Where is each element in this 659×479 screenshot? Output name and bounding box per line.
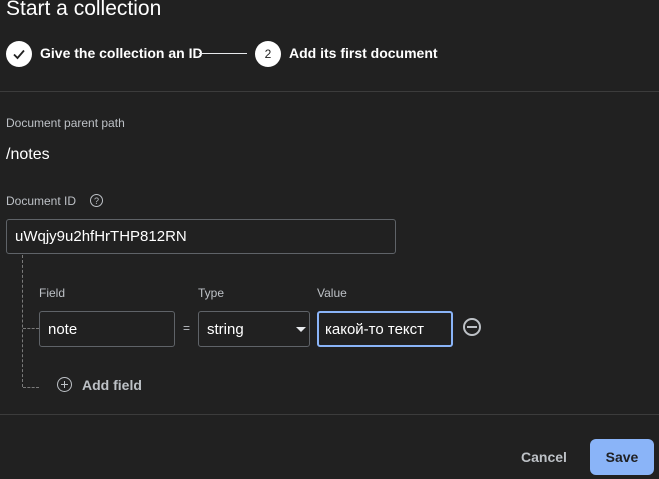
- step-2-number: 2: [255, 41, 281, 67]
- step-1-check-icon: [6, 41, 32, 67]
- help-icon[interactable]: ?: [90, 194, 103, 207]
- field-name-input[interactable]: note: [39, 311, 175, 347]
- step-1-label: Give the collection an ID: [40, 45, 203, 61]
- document-id-label: Document ID: [6, 194, 77, 208]
- tree-connector-vertical: [22, 255, 23, 387]
- field-header: Field: [39, 286, 66, 300]
- type-header: Type: [198, 286, 225, 300]
- parent-path-label: Document parent path: [6, 116, 125, 130]
- tree-connector-add: [23, 387, 39, 388]
- check-icon: [13, 49, 25, 60]
- tree-connector-field: [23, 328, 39, 329]
- add-field-button[interactable]: Add field: [82, 377, 142, 393]
- type-select[interactable]: string: [198, 311, 310, 347]
- remove-field-icon[interactable]: [463, 318, 481, 336]
- value-header: Value: [317, 286, 347, 300]
- step-connector: [199, 53, 247, 54]
- equals-sign: =: [183, 321, 191, 335]
- footer-divider: [0, 414, 659, 415]
- header-divider: [0, 91, 659, 92]
- save-button[interactable]: Save: [590, 439, 654, 475]
- field-value-input[interactable]: какой-то текст: [317, 311, 453, 347]
- step-2-label: Add its first document: [289, 45, 438, 61]
- chevron-down-icon: [296, 327, 306, 332]
- add-field-icon[interactable]: [57, 377, 72, 392]
- document-id-input[interactable]: uWqjy9u2hfHrTHP812RN: [6, 219, 396, 254]
- type-select-value: string: [207, 320, 244, 338]
- cancel-button[interactable]: Cancel: [510, 441, 578, 473]
- dialog-title: Start a collection: [6, 0, 162, 20]
- parent-path-value: /notes: [6, 146, 50, 163]
